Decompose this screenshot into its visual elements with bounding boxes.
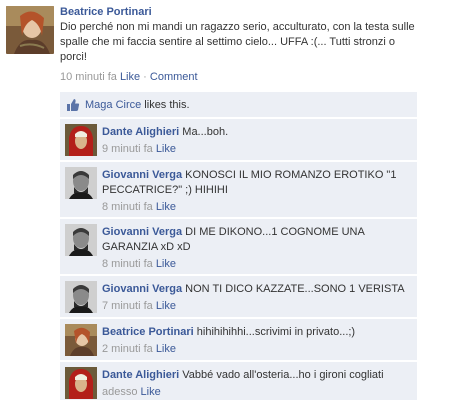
likes-text: likes this. bbox=[141, 98, 190, 111]
verga-avatar[interactable] bbox=[65, 167, 97, 199]
post-text: Dio perché non mi mandi un ragazzo serio… bbox=[60, 21, 415, 63]
comment-text: Giovanni Verga DI ME DIKONO...1 COGNOME … bbox=[102, 225, 411, 255]
comment: Giovanni Verga KONOSCI IL MIO ROMANZO ER… bbox=[60, 162, 417, 217]
comment-author[interactable]: Dante Alighieri bbox=[102, 126, 179, 138]
liker-name[interactable]: Maga Circe bbox=[85, 99, 141, 111]
post-meta: 10 minuti fa Like · Comment bbox=[60, 71, 420, 83]
dante-avatar[interactable] bbox=[65, 367, 97, 399]
thumbs-up-icon bbox=[67, 98, 80, 111]
comment-timestamp[interactable]: 7 minuti fa bbox=[102, 300, 153, 312]
comment-timestamp[interactable]: 2 minuti fa bbox=[102, 343, 153, 355]
comment-like-link[interactable]: Like bbox=[156, 258, 176, 270]
post-like-link[interactable]: Like bbox=[120, 71, 140, 83]
verga-avatar[interactable] bbox=[65, 281, 97, 313]
post-meta-separator: · bbox=[140, 71, 150, 83]
comment: Giovanni Verga NON TI DICO KAZZATE...SON… bbox=[60, 276, 417, 317]
post-timestamp[interactable]: 10 minuti fa bbox=[60, 71, 117, 83]
comment-author[interactable]: Giovanni Verga bbox=[102, 226, 182, 238]
comment-author[interactable]: Dante Alighieri bbox=[102, 369, 179, 381]
comment-text: Giovanni Verga NON TI DICO KAZZATE...SON… bbox=[102, 282, 411, 297]
comment-meta: 2 minuti fa Like bbox=[102, 342, 411, 356]
comment-meta: 9 minuti fa Like bbox=[102, 142, 411, 156]
comment-body: hihihihihhi...scrivimi in privato...;) bbox=[193, 326, 356, 338]
comment-meta: 8 minuti fa Like bbox=[102, 257, 411, 271]
comment-like-link[interactable]: Like bbox=[156, 201, 176, 213]
comment-body: Vabbé vado all'osteria...ho i gironi cog… bbox=[179, 369, 384, 381]
comment-timestamp[interactable]: adesso bbox=[102, 386, 137, 398]
comment-timestamp[interactable]: 8 minuti fa bbox=[102, 258, 153, 270]
comment-author[interactable]: Giovanni Verga bbox=[102, 169, 182, 181]
comment: Dante Alighieri Ma...boh. 9 minuti fa Li… bbox=[60, 119, 417, 160]
comment-meta: 7 minuti fa Like bbox=[102, 299, 411, 313]
comment-body: Ma...boh. bbox=[179, 126, 229, 138]
likes-row: Maga Circe likes this. bbox=[60, 92, 417, 117]
comment-body: NON TI DICO KAZZATE...SONO 1 VERISTA bbox=[182, 283, 405, 295]
comment-like-link[interactable]: Like bbox=[156, 343, 176, 355]
comment-text: Giovanni Verga KONOSCI IL MIO ROMANZO ER… bbox=[102, 168, 411, 198]
comment-meta: adesso Like bbox=[102, 385, 411, 399]
comment-text: Dante Alighieri Ma...boh. bbox=[102, 125, 411, 140]
beatrice-avatar[interactable] bbox=[65, 324, 97, 356]
comment-timestamp[interactable]: 9 minuti fa bbox=[102, 143, 153, 155]
comment: Beatrice Portinari hihihihihhi...scrivim… bbox=[60, 319, 417, 360]
post-author-avatar[interactable] bbox=[6, 6, 54, 54]
comment-like-link[interactable]: Like bbox=[141, 386, 161, 398]
comment-author[interactable]: Giovanni Verga bbox=[102, 283, 182, 295]
post-body: Beatrice Portinari Dio perché non mi man… bbox=[60, 6, 420, 83]
comment-text: Dante Alighieri Vabbé vado all'osteria..… bbox=[102, 368, 411, 383]
comment: Dante Alighieri Vabbé vado all'osteria..… bbox=[60, 362, 417, 400]
verga-avatar[interactable] bbox=[65, 224, 97, 256]
comments-section: Maga Circe likes this. Dante Alighieri M… bbox=[60, 92, 417, 400]
post-author-name[interactable]: Beatrice Portinari bbox=[60, 6, 420, 18]
post-comment-link[interactable]: Comment bbox=[150, 71, 198, 83]
comment-timestamp[interactable]: 8 minuti fa bbox=[102, 201, 153, 213]
comment-like-link[interactable]: Like bbox=[156, 300, 176, 312]
comment: Giovanni Verga DI ME DIKONO...1 COGNOME … bbox=[60, 219, 417, 274]
comment-text: Beatrice Portinari hihihihihhi...scrivim… bbox=[102, 325, 411, 340]
dante-avatar[interactable] bbox=[65, 124, 97, 156]
comment-author[interactable]: Beatrice Portinari bbox=[102, 326, 194, 338]
comment-like-link[interactable]: Like bbox=[156, 143, 176, 155]
comment-meta: 8 minuti fa Like bbox=[102, 200, 411, 214]
